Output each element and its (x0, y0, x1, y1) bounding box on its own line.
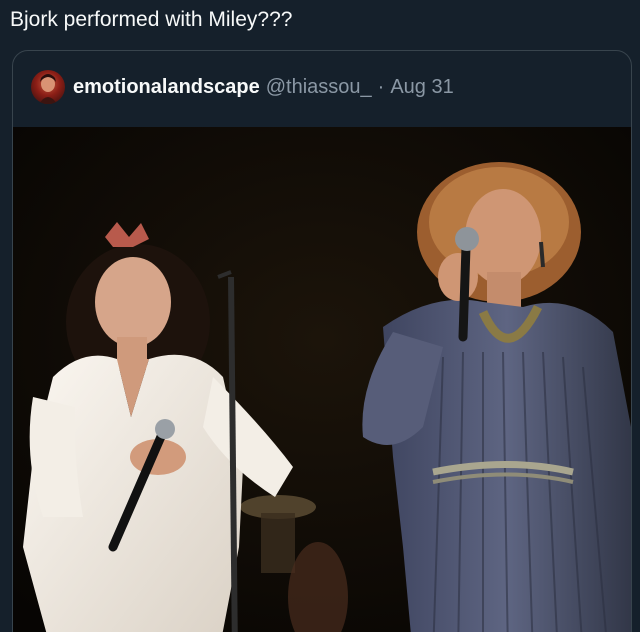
tweet[interactable]: Bjork performed with Miley??? emotionala… (0, 0, 640, 632)
quoted-tweet-card[interactable]: emotionalandscape @thiassou_ · Aug 31 (12, 50, 632, 632)
user-handle[interactable]: @thiassou_ (266, 76, 372, 99)
quoted-tweet-header: emotionalandscape @thiassou_ · Aug 31 (31, 69, 454, 105)
separator-dot: · (377, 75, 385, 98)
avatar[interactable] (31, 70, 65, 104)
post-date[interactable]: Aug 31 (390, 76, 453, 99)
avatar-image-icon (39, 74, 57, 104)
quoted-tweet-photo[interactable] (13, 127, 631, 632)
concert-photo-image (13, 127, 631, 632)
tweet-text: Bjork performed with Miley??? (10, 8, 293, 31)
display-name[interactable]: emotionalandscape (73, 76, 260, 99)
